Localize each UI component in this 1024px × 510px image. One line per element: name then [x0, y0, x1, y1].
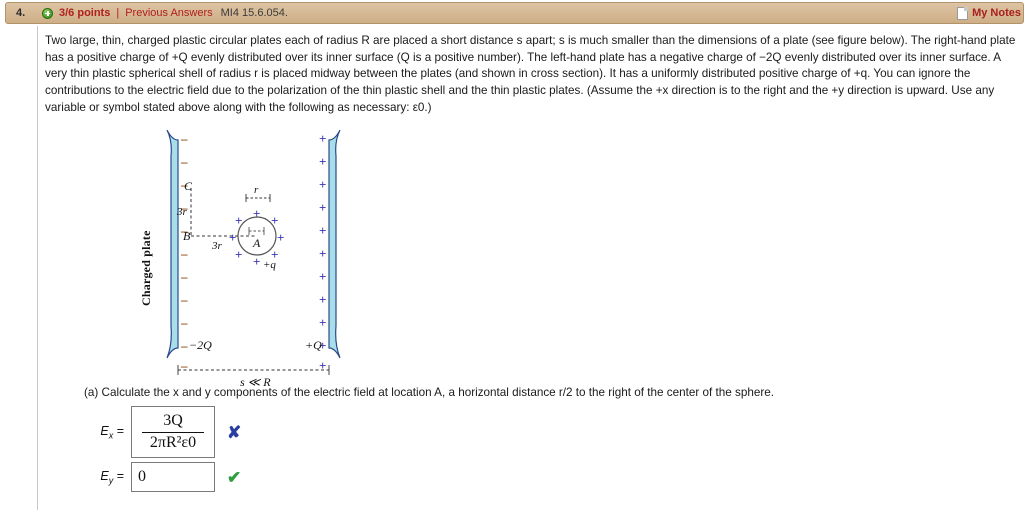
- right-plate-sign: +: [319, 246, 327, 261]
- answer-value-ex: 3Q 2πR²ε0: [141, 412, 205, 452]
- question-code: MI4 15.6.054.: [220, 7, 288, 19]
- question-header-bar: 4. 3/6 points | Previous Answers MI4 15.…: [5, 2, 1024, 24]
- left-plate-sign: –: [181, 131, 188, 146]
- my-notes-label: My Notes: [972, 7, 1021, 19]
- shell-sign: +: [253, 254, 261, 269]
- answer-denominator-ex: 2πR²ε0: [141, 431, 205, 452]
- shell-sign: +: [235, 213, 243, 228]
- left-plate-sign: –: [181, 358, 188, 373]
- right-charged-plate: [328, 129, 341, 359]
- figure-radius-label: r: [254, 184, 259, 196]
- left-plate-sign: –: [181, 154, 188, 169]
- right-plate-sign: +: [319, 292, 327, 307]
- figure-point-b: B: [183, 229, 191, 243]
- right-plate-sign: +: [319, 177, 327, 192]
- answer-input-ey[interactable]: 0: [131, 462, 215, 492]
- left-rail-divider: [37, 26, 38, 510]
- points-status: 3/6 points: [59, 7, 111, 19]
- shell-sign: +: [229, 230, 237, 245]
- physics-figure: Charged plate – – – – – – – – – – – + + …: [139, 126, 375, 389]
- figure-left-plate-charge: −2Q: [189, 338, 212, 352]
- answer-input-ex[interactable]: 3Q 2πR²ε0: [131, 406, 215, 458]
- correct-mark-icon: ✔: [227, 467, 242, 487]
- shell-sign: +: [253, 206, 261, 221]
- incorrect-mark-icon: ✘: [227, 422, 242, 442]
- left-plate-sign: –: [181, 315, 188, 330]
- answer-row-ey: Ey = 0 ✔: [84, 462, 241, 492]
- shell-sign: +: [277, 230, 285, 245]
- left-charged-plate: [166, 129, 179, 359]
- shell-sign: +: [235, 247, 243, 262]
- right-plate-sign: +: [319, 269, 327, 284]
- right-plate-sign: +: [319, 315, 327, 330]
- figure-dim-vertical: 3r: [177, 206, 187, 218]
- right-plate-sign: +: [319, 154, 327, 169]
- part-a-prompt: (a) Calculate the x and y components of …: [84, 386, 774, 399]
- figure-point-c: C: [184, 179, 193, 193]
- question-text: Two large, thin, charged plastic circula…: [45, 34, 1016, 114]
- answer-label-ex: Ex =: [100, 423, 124, 441]
- answer-numerator-ex: 3Q: [163, 412, 183, 430]
- right-plate-sign: +: [319, 358, 327, 373]
- left-plate-sign: –: [181, 292, 188, 307]
- previous-answers-link[interactable]: Previous Answers: [125, 7, 212, 19]
- figure-point-a: A: [253, 236, 261, 250]
- figure-right-plate-charge: +Q: [305, 338, 322, 352]
- question-number: 4.: [16, 7, 26, 19]
- answer-value-ey: 0: [138, 468, 146, 485]
- figure-shell-charge: +q: [263, 259, 276, 271]
- page-icon: [957, 6, 969, 20]
- right-plate-sign: +: [319, 223, 327, 238]
- page-root: 4. 3/6 points | Previous Answers MI4 15.…: [0, 0, 1024, 510]
- right-plate-sign: +: [319, 131, 327, 146]
- answer-label-ey: Ey =: [100, 468, 124, 486]
- answer-row-ex: Ex = 3Q 2πR²ε0 ✘: [84, 406, 241, 458]
- plus-circle-icon[interactable]: [42, 7, 53, 19]
- left-plate-sign: –: [181, 338, 188, 353]
- figure-dim-horizontal: 3r: [212, 240, 222, 252]
- my-notes-button[interactable]: My Notes: [957, 6, 1021, 20]
- header-separator: |: [116, 7, 120, 19]
- left-plate-sign: –: [181, 246, 188, 261]
- shell-sign: +: [271, 213, 279, 228]
- right-plate-sign: +: [319, 200, 327, 215]
- left-plate-sign: –: [181, 269, 188, 284]
- figure-svg: [166, 129, 341, 375]
